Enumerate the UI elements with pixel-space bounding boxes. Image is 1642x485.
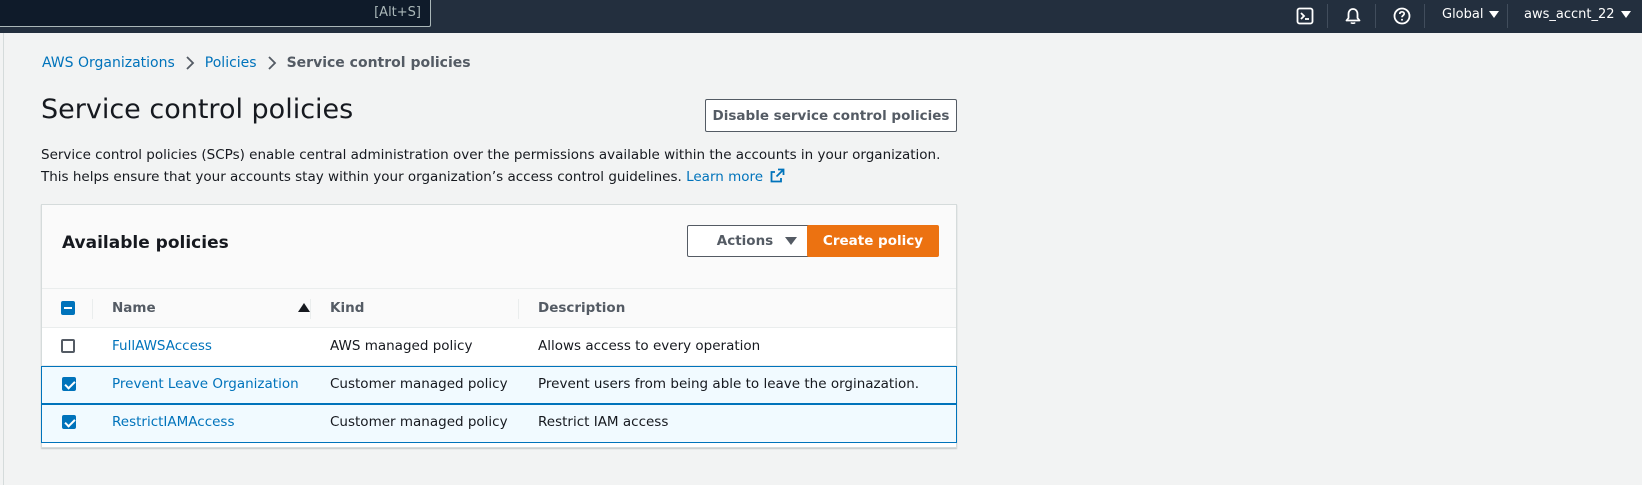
side-navigation-rail[interactable] [0,33,4,485]
policy-description: Prevent users from being able to leave t… [538,376,920,392]
policy-description: Allows access to every operation [538,338,761,354]
disable-scp-button[interactable]: Disable service control policies [705,99,957,132]
chevron-right-icon [257,56,287,70]
breadcrumb-link-aws-organizations[interactable]: AWS Organizations [42,55,175,71]
actions-label: Actions [716,233,774,249]
learn-more-link[interactable]: Learn more [686,168,785,185]
table-header: Name Kind Description [42,289,956,328]
card-title: Available policies [62,233,229,253]
table-row[interactable]: Prevent Leave Organization Customer mana… [41,366,957,404]
search-input[interactable]: [Alt+S] [0,0,431,27]
create-policy-button[interactable]: Create policy [807,225,939,257]
table-row[interactable]: RestrictIAMAccess Customer managed polic… [41,404,957,443]
policy-name-link[interactable]: FullAWSAccess [112,338,212,354]
row-checkbox[interactable] [61,339,75,353]
column-divider [310,299,311,319]
description-text: Service control policies (SCPs) enable c… [41,147,941,185]
external-link-icon [770,168,785,183]
actions-dropdown-button[interactable]: Actions [687,225,827,257]
page-title: Service control policies [41,94,354,125]
select-all-checkbox[interactable] [61,301,75,315]
row-checkbox[interactable] [62,415,76,429]
learn-more-label: Learn more [686,169,764,185]
bell-icon[interactable] [1342,5,1364,27]
policy-kind: AWS managed policy [330,338,473,354]
policy-description: Restrict IAM access [538,414,669,430]
column-divider [92,299,93,319]
table-row[interactable]: FullAWSAccess AWS managed policy Allows … [42,328,956,366]
breadcrumb-current: Service control policies [286,55,471,71]
page-description: Service control policies (SCPs) enable c… [41,144,961,188]
top-navigation-bar: [Alt+S] Global aws_accnt_22 [0,0,1642,33]
policy-kind: Customer managed policy [330,376,508,392]
column-divider [518,299,519,319]
card-header: Available policies Actions Create policy [42,205,956,289]
help-icon[interactable] [1391,5,1413,27]
nav-divider [1375,4,1376,28]
caret-down-icon [785,237,798,245]
nav-divider [1327,4,1328,28]
region-label: Global [1442,7,1484,22]
column-header-kind[interactable]: Kind [330,300,364,316]
row-checkbox[interactable] [62,377,76,391]
caret-down-icon [1489,11,1500,18]
nav-divider [1507,4,1508,28]
cloudshell-icon[interactable] [1294,5,1316,27]
account-label: aws_accnt_22 [1524,7,1615,22]
search-shortcut-hint: [Alt+S] [374,5,421,20]
policy-name-link[interactable]: RestrictIAMAccess [112,414,235,430]
caret-down-icon [1620,11,1631,18]
column-header-description[interactable]: Description [538,300,625,316]
policy-name-link[interactable]: Prevent Leave Organization [112,376,299,392]
region-selector[interactable]: Global [1442,7,1500,22]
column-header-name[interactable]: Name [112,300,156,316]
policies-container: Available policies Actions Create policy… [41,204,957,448]
breadcrumb-link-policies[interactable]: Policies [205,55,257,71]
policy-kind: Customer managed policy [330,414,508,430]
nav-divider [1424,4,1425,28]
sort-ascending-icon[interactable] [298,303,310,312]
chevron-right-icon [175,56,205,70]
account-menu[interactable]: aws_accnt_22 [1524,7,1631,22]
breadcrumb: AWS Organizations Policies Service contr… [42,55,471,71]
